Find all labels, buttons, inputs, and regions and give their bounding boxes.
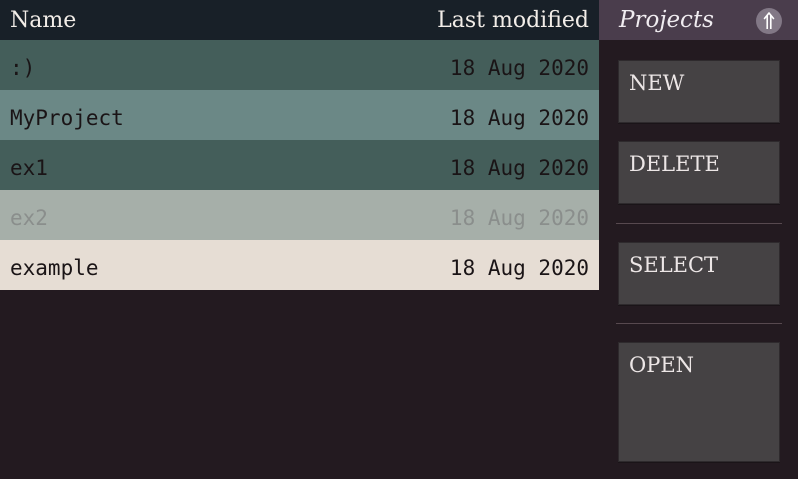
row-name: ex2 <box>10 206 48 230</box>
list-header: Name Last modified <box>0 0 599 40</box>
table-row[interactable]: MyProject 18 Aug 2020 <box>0 90 599 140</box>
project-rows: :) 18 Aug 2020 MyProject 18 Aug 2020 ex1… <box>0 40 599 290</box>
delete-button-label: DELETE <box>629 152 720 176</box>
new-button[interactable]: NEW <box>618 60 780 123</box>
row-last-modified: 18 Aug 2020 <box>449 156 589 180</box>
row-last-modified: 18 Aug 2020 <box>449 256 589 280</box>
row-name: example <box>10 256 99 280</box>
row-last-modified: 18 Aug 2020 <box>449 56 589 80</box>
row-name: MyProject <box>10 106 124 130</box>
table-row[interactable]: ex2 18 Aug 2020 <box>0 190 599 240</box>
projects-panel: Projects NEW DELETE SELECT OPEN <box>599 0 798 479</box>
row-name: ex1 <box>10 156 48 180</box>
projects-title: Projects <box>619 7 714 33</box>
delete-button[interactable]: DELETE <box>618 141 780 204</box>
table-row[interactable]: example 18 Aug 2020 <box>0 240 599 290</box>
open-button[interactable]: OPEN <box>618 342 780 462</box>
table-row[interactable]: :) 18 Aug 2020 <box>0 40 599 90</box>
select-button-label: SELECT <box>629 253 719 277</box>
open-button-label: OPEN <box>629 353 695 377</box>
new-button-label: NEW <box>629 71 685 95</box>
row-last-modified: 18 Aug 2020 <box>449 206 589 230</box>
arrow-up-double-icon[interactable] <box>756 8 782 34</box>
projects-header: Projects <box>599 0 798 40</box>
row-last-modified: 18 Aug 2020 <box>449 106 589 130</box>
project-list-panel: Name Last modified :) 18 Aug 2020 MyProj… <box>0 0 599 479</box>
column-header-last-modified[interactable]: Last modified <box>437 7 589 35</box>
row-name: :) <box>10 56 36 80</box>
divider <box>616 223 782 224</box>
column-header-name[interactable]: Name <box>10 7 76 35</box>
select-button[interactable]: SELECT <box>618 242 780 305</box>
project-manager-window: Name Last modified :) 18 Aug 2020 MyProj… <box>0 0 798 479</box>
divider <box>616 323 782 324</box>
table-row[interactable]: ex1 18 Aug 2020 <box>0 140 599 190</box>
